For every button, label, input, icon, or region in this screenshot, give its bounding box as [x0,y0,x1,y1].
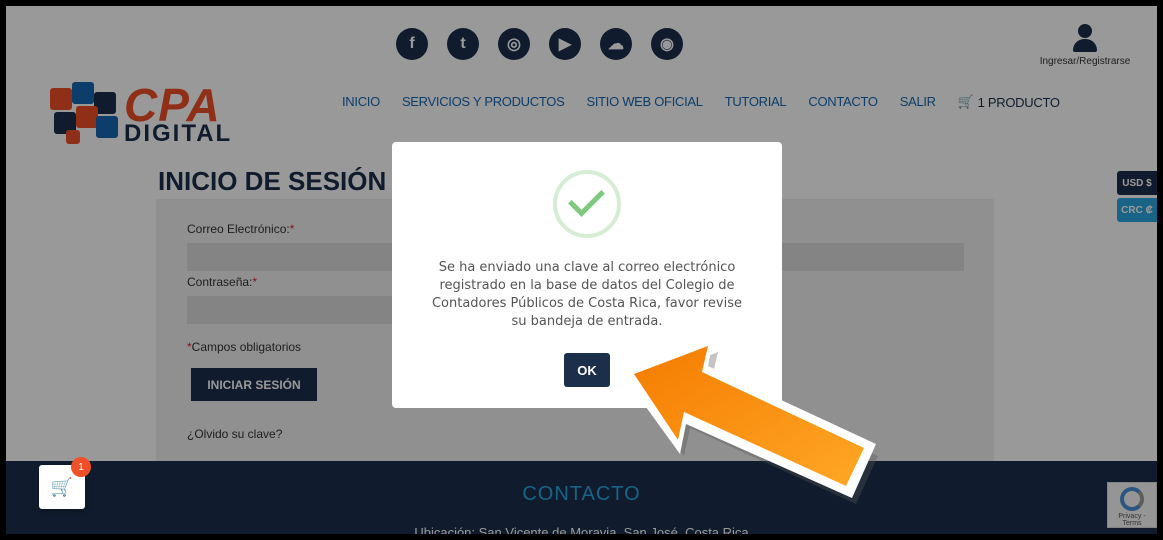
pointer-arrow-icon [622,336,878,504]
floating-cart-button[interactable]: 🛒 1 [39,457,91,509]
ok-button[interactable]: OK [564,353,610,387]
browser-frame: f t ◎ ▶ ☁ ◉ Ingresar/Registrarse CPA DIG… [6,6,1157,534]
cart-count-badge: 1 [71,457,91,477]
dialog-message: Se ha enviado una clave al correo electr… [431,260,743,329]
success-check-icon [553,170,621,238]
cart-icon: 🛒 [50,476,74,497]
